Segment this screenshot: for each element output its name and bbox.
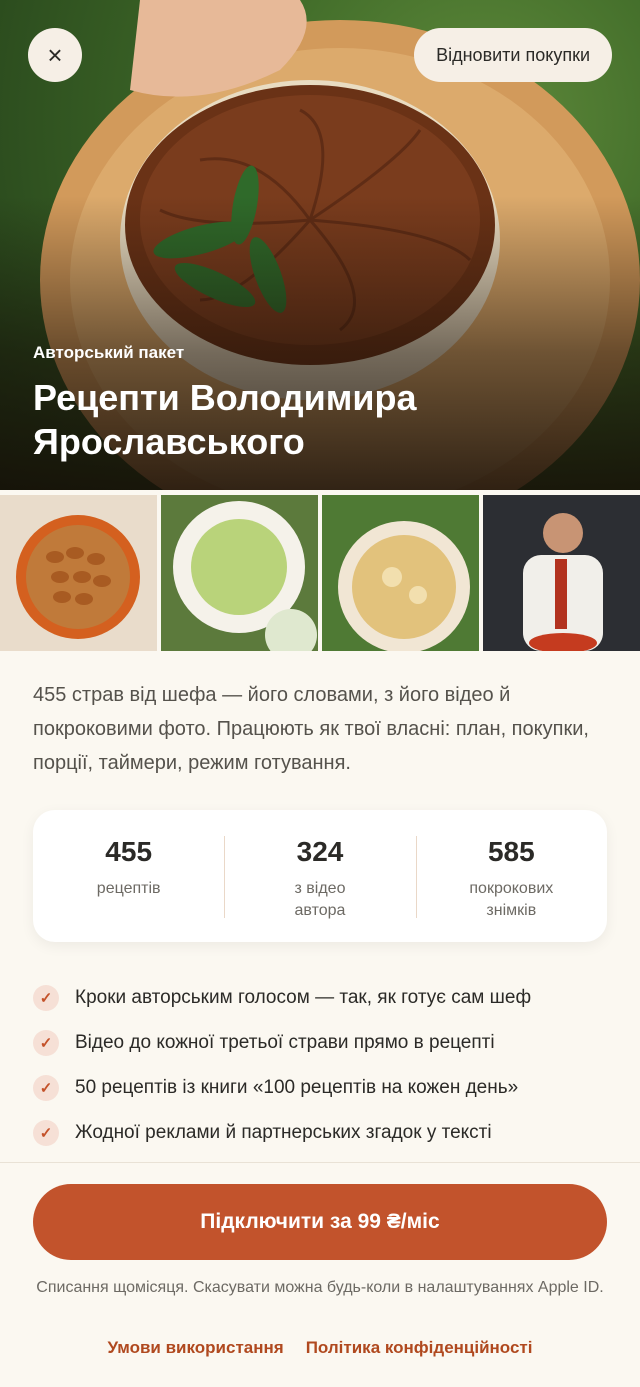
divider <box>0 1162 640 1163</box>
feature-text: Кроки авторським голосом — так, як готує… <box>75 986 532 1008</box>
stat-videos: 324 з відео автора <box>224 836 415 922</box>
close-button[interactable]: × <box>28 28 82 82</box>
check-icon: ✓ <box>33 1074 59 1101</box>
package-description: 455 страв від шефа — його словами, з йог… <box>33 684 589 774</box>
privacy-link[interactable]: Політика конфіденційності <box>306 1338 533 1358</box>
hero-kicker: Авторський пакет <box>33 343 185 362</box>
check-icon: ✓ <box>33 1029 59 1056</box>
stat-photos: 585 покрокових знімків <box>415 836 607 922</box>
restore-purchases-button[interactable]: Відновити покупки <box>414 28 612 82</box>
check-icon: ✓ <box>33 1119 59 1146</box>
photo-gallery <box>0 495 640 651</box>
stat-label: покрокових знімків <box>469 880 554 919</box>
flatbread-photo <box>322 495 479 651</box>
billing-note: Списання щомісяця. Скасувати можна будь-… <box>36 1279 604 1296</box>
subscribe-button[interactable]: Підключити за 99 ₴/міс <box>33 1184 607 1260</box>
feature-item: ✓ Жодної реклами й партнерських згадок у… <box>33 1110 623 1155</box>
terms-link[interactable]: Умови використання <box>108 1338 284 1358</box>
hero-title: Рецепти Володимира Ярославського <box>33 377 417 462</box>
stat-label: з відео автора <box>294 880 346 919</box>
stat-value: 585 <box>487 836 535 867</box>
chef-portrait-photo <box>483 495 640 651</box>
stats-card: 455 рецептів 324 з відео автора 585 покр… <box>33 810 607 942</box>
feature-item: ✓ 50 рецептів із книги «100 рецептів на … <box>33 1065 623 1110</box>
feature-text: Жодної реклами й партнерських згадок у т… <box>75 1121 492 1143</box>
stat-label: рецептів <box>96 880 161 897</box>
almond-cookies-photo <box>0 495 157 651</box>
feature-item: ✓ Кроки авторським голосом — так, як гот… <box>33 975 623 1020</box>
feature-list: ✓ Кроки авторським голосом — так, як гот… <box>33 975 623 1155</box>
feature-text: 50 рецептів із книги «100 рецептів на ко… <box>75 1076 519 1098</box>
stat-value: 324 <box>296 836 344 867</box>
feature-item: ✓ Відео до кожної третьої страви прямо в… <box>33 1020 623 1065</box>
feature-text: Відео до кожної третьої страви прямо в р… <box>75 1031 495 1053</box>
green-soup-photo <box>161 495 318 651</box>
check-icon: ✓ <box>33 984 59 1011</box>
stat-value: 455 <box>105 836 153 867</box>
stat-recipes: 455 рецептів <box>33 836 224 900</box>
close-icon: × <box>47 39 63 70</box>
legal-links: Умови використання Політика конфіденційн… <box>0 1338 640 1358</box>
